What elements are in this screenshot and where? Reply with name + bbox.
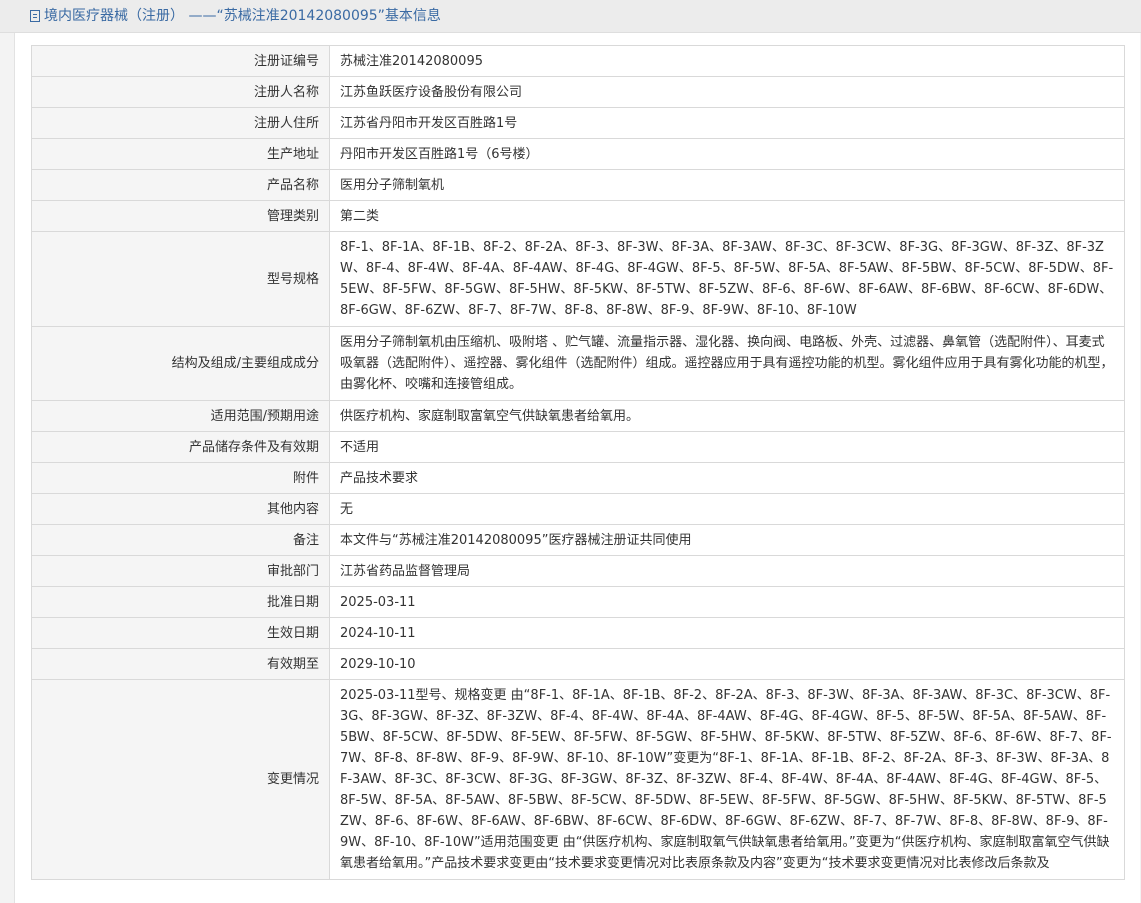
table-row: 其他内容 无 [31, 493, 1125, 525]
field-label: 批准日期 [31, 586, 330, 618]
field-value: 医用分子筛制氧机 [329, 169, 1125, 201]
table-row: 审批部门 江苏省药品监督管理局 [31, 555, 1125, 587]
table-row: 注册人住所 江苏省丹阳市开发区百胜路1号 [31, 107, 1125, 139]
field-label: 产品储存条件及有效期 [31, 431, 330, 463]
page-header: 境内医疗器械（注册） ——“苏械注准20142080095”基本信息 [0, 0, 1141, 33]
field-label: 其他内容 [31, 493, 330, 525]
field-value: 8F-1、8F-1A、8F-1B、8F-2、8F-2A、8F-3、8F-3W、8… [329, 231, 1125, 327]
field-value: 第二类 [329, 200, 1125, 232]
field-label: 生效日期 [31, 617, 330, 649]
field-value: 2025-03-11 [329, 586, 1125, 618]
field-label: 注册证编号 [31, 45, 330, 77]
table-row: 附件 产品技术要求 [31, 462, 1125, 494]
table-row: 产品名称 医用分子筛制氧机 [31, 169, 1125, 201]
field-value: 2024-10-11 [329, 617, 1125, 649]
document-icon [30, 10, 40, 22]
info-table: 注册证编号 苏械注准20142080095 注册人名称 江苏鱼跃医疗设备股份有限… [31, 45, 1125, 880]
field-label: 管理类别 [31, 200, 330, 232]
table-row: 管理类别 第二类 [31, 200, 1125, 232]
field-value: 苏械注准20142080095 [329, 45, 1125, 77]
field-label: 变更情况 [31, 679, 330, 880]
field-value: 2029-10-10 [329, 648, 1125, 680]
field-label: 附件 [31, 462, 330, 494]
field-label: 注册人名称 [31, 76, 330, 108]
field-label: 结构及组成/主要组成成分 [31, 326, 330, 401]
field-value: 江苏省丹阳市开发区百胜路1号 [329, 107, 1125, 139]
field-value: 2025-03-11型号、规格变更 由“8F-1、8F-1A、8F-1B、8F-… [329, 679, 1125, 880]
table-row: 结构及组成/主要组成成分 医用分子筛制氧机由压缩机、吸附塔 、贮气罐、流量指示器… [31, 326, 1125, 401]
table-row: 产品储存条件及有效期 不适用 [31, 431, 1125, 463]
field-label: 有效期至 [31, 648, 330, 680]
table-row: 型号规格 8F-1、8F-1A、8F-1B、8F-2、8F-2A、8F-3、8F… [31, 231, 1125, 327]
page-title: 境内医疗器械（注册） ——“苏械注准20142080095”基本信息 [44, 8, 441, 24]
field-label: 注册人住所 [31, 107, 330, 139]
table-row: 生产地址 丹阳市开发区百胜路1号（6号楼） [31, 138, 1125, 170]
table-row: 注册人名称 江苏鱼跃医疗设备股份有限公司 [31, 76, 1125, 108]
table-row: 适用范围/预期用途 供医疗机构、家庭制取富氧空气供缺氧患者给氧用。 [31, 400, 1125, 432]
field-value: 江苏省药品监督管理局 [329, 555, 1125, 587]
field-value: 医用分子筛制氧机由压缩机、吸附塔 、贮气罐、流量指示器、湿化器、换向阀、电路板、… [329, 326, 1125, 401]
field-value: 产品技术要求 [329, 462, 1125, 494]
table-row: 变更情况 2025-03-11型号、规格变更 由“8F-1、8F-1A、8F-1… [31, 679, 1125, 880]
field-label: 审批部门 [31, 555, 330, 587]
field-value: 江苏鱼跃医疗设备股份有限公司 [329, 76, 1125, 108]
info-panel: 注册证编号 苏械注准20142080095 注册人名称 江苏鱼跃医疗设备股份有限… [14, 33, 1140, 903]
field-value: 不适用 [329, 431, 1125, 463]
field-label: 适用范围/预期用途 [31, 400, 330, 432]
table-row: 备注 本文件与“苏械注准20142080095”医疗器械注册证共同使用 [31, 524, 1125, 556]
field-label: 生产地址 [31, 138, 330, 170]
field-label: 产品名称 [31, 169, 330, 201]
table-row: 有效期至 2029-10-10 [31, 648, 1125, 680]
field-label: 备注 [31, 524, 330, 556]
field-value: 无 [329, 493, 1125, 525]
field-value: 本文件与“苏械注准20142080095”医疗器械注册证共同使用 [329, 524, 1125, 556]
table-row: 注册证编号 苏械注准20142080095 [31, 45, 1125, 77]
field-label: 型号规格 [31, 231, 330, 327]
table-row: 批准日期 2025-03-11 [31, 586, 1125, 618]
field-value: 丹阳市开发区百胜路1号（6号楼） [329, 138, 1125, 170]
table-row: 生效日期 2024-10-11 [31, 617, 1125, 649]
field-value: 供医疗机构、家庭制取富氧空气供缺氧患者给氧用。 [329, 400, 1125, 432]
